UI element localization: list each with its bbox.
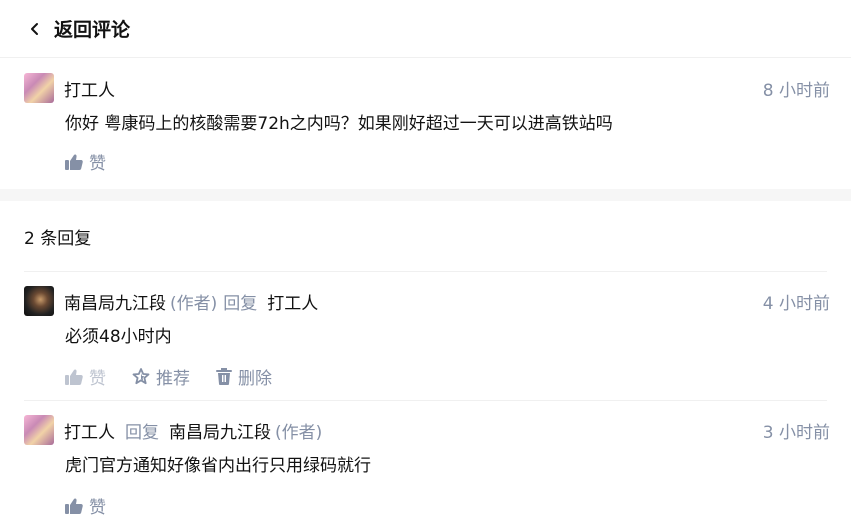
star-icon <box>132 368 150 385</box>
reply-meta-row: 打工人 回复 南昌局九江段 (作者) 3 小时前 <box>24 401 830 445</box>
recommend-button[interactable]: 推荐 <box>132 364 190 389</box>
author-tag: (作者) <box>170 293 218 314</box>
reply-actions: 赞 <box>65 493 827 518</box>
avatar[interactable] <box>24 286 54 316</box>
reply-item: 南昌局九江段 (作者) 回复 打工人 4 小时前 必须48小时内 赞 推荐 删除 <box>0 272 851 400</box>
comment-content: 你好 粤康码上的核酸需要72h之内吗？如果刚好超过一天可以进高铁站吗 <box>65 114 613 134</box>
like-label: 赞 <box>89 154 106 174</box>
thumbs-up-icon <box>65 498 83 514</box>
reply-meta: 打工人 回复 南昌局九江段 (作者) <box>64 418 322 443</box>
reply-meta: 南昌局九江段 (作者) 回复 打工人 <box>64 289 318 314</box>
section-separator <box>0 189 851 201</box>
reply-to-name[interactable]: 南昌局九江段 <box>169 418 271 443</box>
chevron-left-icon[interactable] <box>28 22 42 36</box>
comment-meta-row: 打工人 8 小时前 <box>24 58 830 103</box>
like-button[interactable]: 赞 <box>65 149 106 174</box>
reply-word: 回复 <box>125 422 159 443</box>
author-name[interactable]: 南昌局九江段 <box>64 289 166 314</box>
recommend-label: 推荐 <box>156 369 190 389</box>
thumbs-up-icon <box>65 369 83 385</box>
like-button[interactable]: 赞 <box>65 493 106 518</box>
thumbs-up-icon <box>65 154 83 170</box>
like-label: 赞 <box>89 498 106 518</box>
author-name[interactable]: 打工人 <box>64 76 115 101</box>
timestamp: 3 小时前 <box>762 422 830 443</box>
main-comment: 打工人 8 小时前 你好 粤康码上的核酸需要72h之内吗？如果刚好超过一天可以进… <box>0 58 851 189</box>
trash-icon <box>216 368 232 385</box>
reply-meta-row: 南昌局九江段 (作者) 回复 打工人 4 小时前 <box>24 272 830 316</box>
back-to-comments-button[interactable]: 返回评论 <box>54 15 130 42</box>
delete-label: 删除 <box>238 369 272 389</box>
reply-to-tag: (作者) <box>275 422 323 443</box>
timestamp: 4 小时前 <box>762 293 830 314</box>
reply-content: 必须48小时内 <box>65 327 172 347</box>
comment-actions: 赞 <box>65 149 827 174</box>
header: 返回评论 <box>0 0 851 58</box>
like-button[interactable]: 赞 <box>65 364 106 389</box>
reply-actions: 赞 推荐 删除 <box>65 364 827 389</box>
replies-count: 2 条回复 <box>24 228 92 249</box>
timestamp: 8 小时前 <box>762 80 830 101</box>
comment-meta: 打工人 <box>64 76 115 101</box>
avatar[interactable] <box>24 73 54 103</box>
reply-content: 虎门官方通知好像省内出行只用绿码就行 <box>65 456 371 476</box>
author-name[interactable]: 打工人 <box>64 418 115 443</box>
avatar[interactable] <box>24 415 54 445</box>
reply-to-name[interactable]: 打工人 <box>267 289 318 314</box>
reply-item: 打工人 回复 南昌局九江段 (作者) 3 小时前 虎门官方通知好像省内出行只用绿… <box>0 401 851 529</box>
delete-button[interactable]: 删除 <box>216 364 272 389</box>
reply-word: 回复 <box>223 293 258 314</box>
like-label: 赞 <box>89 369 106 389</box>
